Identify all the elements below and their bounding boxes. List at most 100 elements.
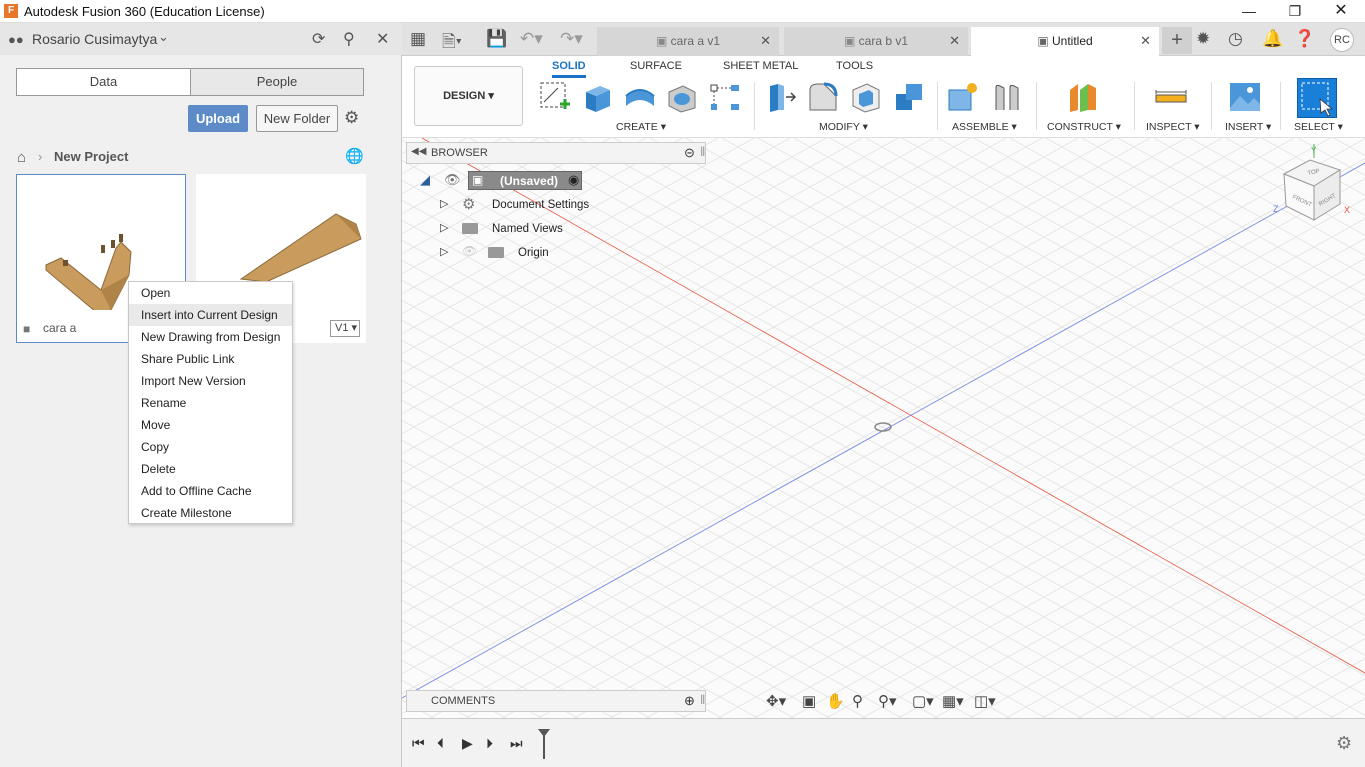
viewports-icon[interactable]: ◫▾ — [974, 692, 996, 710]
user-avatar[interactable]: RC — [1330, 28, 1354, 52]
extrude-icon[interactable] — [580, 80, 614, 114]
group-construct[interactable]: CONSTRUCT ▾ — [1047, 121, 1121, 133]
menu-item-create-milestone[interactable]: Create Milestone — [129, 502, 292, 524]
expand-triangle-icon[interactable]: ▷ — [440, 245, 448, 258]
step-forward-icon[interactable]: ⏵ — [486, 735, 493, 752]
pattern-icon[interactable] — [708, 80, 742, 114]
select-tool-button[interactable] — [1297, 78, 1337, 118]
expand-triangle-icon[interactable]: ▷ — [440, 221, 448, 234]
panel-grip-icon[interactable]: ‖ — [700, 144, 705, 159]
help-icon[interactable]: ❓ — [1294, 29, 1315, 49]
group-assemble[interactable]: ASSEMBLE ▾ — [952, 121, 1017, 133]
settings-gear-icon[interactable]: ⚙ — [344, 108, 359, 128]
insert-image-icon[interactable] — [1228, 80, 1262, 114]
add-comment-icon[interactable]: ⊕ — [684, 693, 695, 709]
upload-button[interactable]: Upload — [188, 105, 248, 132]
measure-icon[interactable] — [1154, 80, 1188, 114]
close-panel-icon[interactable]: ✕ — [376, 29, 389, 49]
look-at-icon[interactable]: ▣ — [802, 692, 816, 710]
new-folder-button[interactable]: New Folder — [256, 105, 338, 132]
orbit-icon[interactable]: ✥▾ — [766, 692, 786, 710]
search-icon[interactable]: ⚲ — [343, 29, 355, 49]
timeline-settings-gear-icon[interactable]: ⚙ — [1336, 733, 1352, 754]
revolve-icon[interactable] — [623, 80, 657, 114]
tab-cara-b[interactable]: ▣ cara b v1 ✕ — [784, 27, 968, 56]
step-back-icon[interactable]: ⏴ — [437, 735, 444, 752]
menu-item-insert-into-current-design[interactable]: Insert into Current Design — [129, 304, 292, 326]
tab-untitled[interactable]: ▣ Untitled ✕ — [971, 27, 1159, 56]
close-window-button[interactable]: ✕ — [1318, 0, 1364, 23]
group-modify[interactable]: MODIFY ▾ — [819, 121, 868, 133]
menu-item-offline-cache[interactable]: Add to Offline Cache — [129, 480, 292, 502]
tab-data[interactable]: Data — [17, 69, 190, 95]
ribbon-tab-solid[interactable]: SOLID — [552, 60, 586, 78]
offset-plane-icon[interactable] — [1066, 80, 1100, 114]
expand-triangle-icon[interactable]: ▷ — [440, 197, 448, 210]
joint-icon[interactable] — [990, 80, 1024, 114]
tab-people[interactable]: People — [190, 69, 363, 95]
menu-item-import-new-version[interactable]: Import New Version — [129, 370, 292, 392]
browser-root-row[interactable]: ◢ 👁 ▣ (Unsaved) ◉ — [420, 171, 590, 191]
menu-item-share-public-link[interactable]: Share Public Link — [129, 348, 292, 370]
create-sketch-icon[interactable] — [538, 80, 572, 114]
menu-item-move[interactable]: Move — [129, 414, 292, 436]
minimize-button[interactable]: — — [1226, 0, 1272, 23]
group-create[interactable]: CREATE ▾ — [616, 121, 666, 133]
browser-item-named-views[interactable]: ▷ Named Views — [440, 219, 600, 239]
hidden-eye-icon[interactable]: 👁 — [462, 244, 477, 258]
browser-item-document-settings[interactable]: ▷ ⚙ Document Settings — [440, 195, 600, 215]
browser-item-origin[interactable]: ▷ 👁 Origin — [440, 243, 600, 263]
timeline-marker-head[interactable] — [538, 729, 550, 737]
press-pull-icon[interactable] — [764, 80, 798, 114]
hole-icon[interactable] — [665, 80, 699, 114]
save-icon[interactable]: 💾 — [486, 29, 507, 49]
user-name[interactable]: Rosario Cusimaytya — [32, 31, 157, 47]
go-to-start-icon[interactable]: ⏮ — [412, 735, 425, 752]
file-menu-icon[interactable]: 🗎▾ — [442, 29, 462, 58]
close-tab-icon[interactable]: ✕ — [949, 27, 960, 55]
refresh-icon[interactable]: ⟳ — [312, 29, 325, 49]
maximize-button[interactable]: ❐ — [1272, 0, 1318, 23]
job-status-icon[interactable]: ◷ — [1228, 29, 1243, 49]
visibility-eye-icon[interactable]: 👁 — [444, 172, 461, 188]
combine-icon[interactable] — [892, 80, 926, 114]
undo-icon[interactable]: ↶▾ — [520, 29, 543, 49]
ribbon-tab-tools[interactable]: TOOLS — [836, 60, 873, 72]
menu-item-delete[interactable]: Delete — [129, 458, 292, 480]
menu-item-new-drawing[interactable]: New Drawing from Design — [129, 326, 292, 348]
group-select[interactable]: SELECT ▾ — [1294, 121, 1343, 133]
play-icon[interactable]: ▶ — [462, 735, 473, 752]
menu-item-open[interactable]: Open — [129, 282, 292, 304]
ribbon-tab-surface[interactable]: SURFACE — [630, 60, 682, 72]
new-component-icon[interactable] — [946, 80, 980, 114]
view-cube[interactable]: TOP FRONT RIGHT Y X Z — [1270, 144, 1360, 234]
home-icon[interactable]: ⌂ — [17, 149, 26, 166]
notifications-icon[interactable]: 🔔 — [1262, 29, 1283, 49]
activate-radio-icon[interactable]: ◉ — [568, 172, 579, 188]
comments-panel[interactable]: COMMENTS ⊕ ‖ — [406, 690, 706, 712]
go-to-end-icon[interactable]: ⏭ — [510, 735, 523, 752]
collapse-browser-icon[interactable]: ◀◀ — [411, 146, 426, 157]
browser-panel-header[interactable]: ◀◀ BROWSER ⊝ ‖ — [406, 142, 706, 164]
close-tab-icon[interactable]: ✕ — [760, 27, 771, 55]
grid-settings-icon[interactable]: ▦▾ — [942, 692, 964, 710]
globe-icon[interactable]: 🌐 — [345, 147, 364, 165]
fillet-icon[interactable] — [806, 80, 840, 114]
close-tab-icon[interactable]: ✕ — [1140, 27, 1151, 55]
pan-hand-icon[interactable]: ✋ — [826, 692, 845, 710]
extensions-icon[interactable]: ✹ — [1196, 29, 1210, 49]
shell-icon[interactable] — [849, 80, 883, 114]
group-inspect[interactable]: INSPECT ▾ — [1146, 121, 1200, 133]
chevron-down-icon[interactable]: ⌄ — [158, 29, 169, 45]
menu-item-copy[interactable]: Copy — [129, 436, 292, 458]
panel-grip-icon[interactable]: ‖ — [700, 692, 705, 707]
breadcrumb-project[interactable]: New Project — [54, 149, 128, 164]
version-select[interactable]: V1 ▾ — [330, 320, 360, 337]
browser-minimize-icon[interactable]: ⊝ — [684, 145, 695, 161]
app-grid-icon[interactable]: ▦ — [410, 29, 426, 49]
redo-icon[interactable]: ↷▾ — [560, 29, 583, 49]
group-insert[interactable]: INSERT ▾ — [1225, 121, 1271, 133]
display-settings-icon[interactable]: ▢▾ — [912, 692, 934, 710]
tab-cara-a[interactable]: ▣ cara a v1 ✕ — [597, 27, 779, 56]
workspace-switcher[interactable]: DESIGN ▾ — [414, 66, 523, 126]
